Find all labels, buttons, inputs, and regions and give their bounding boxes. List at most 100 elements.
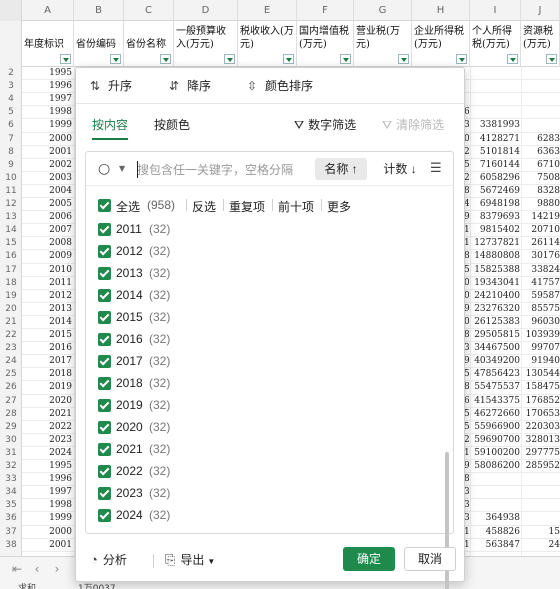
item-checkbox[interactable] xyxy=(98,443,111,456)
table-cell[interactable]: 33824 xyxy=(521,264,560,276)
table-cell[interactable]: 6283 xyxy=(521,133,560,145)
table-cell[interactable]: 26114 xyxy=(521,237,560,249)
row-number[interactable]: 15 xyxy=(0,237,22,249)
table-cell[interactable]: 2005 xyxy=(24,198,72,210)
search-icon[interactable]: ○ xyxy=(98,161,110,177)
table-cell[interactable]: 2010 xyxy=(24,264,72,276)
table-cell[interactable]: 2015 xyxy=(24,329,72,341)
table-cell[interactable]: 6363 xyxy=(521,146,560,158)
more-button[interactable]: 更多 xyxy=(327,198,351,215)
table-cell[interactable]: 29505815 xyxy=(470,329,520,341)
row-number[interactable]: 25 xyxy=(0,368,22,380)
table-cell[interactable]: 20710 xyxy=(521,224,560,236)
table-cell[interactable]: 176852 xyxy=(521,395,560,407)
table-cell[interactable]: 1997 xyxy=(24,93,72,105)
table-cell[interactable]: 1997 xyxy=(24,486,72,498)
list-item[interactable]: 2015 (32) xyxy=(86,308,436,328)
header-cell[interactable]: 省份名称 xyxy=(124,21,174,67)
table-cell[interactable]: 2001 xyxy=(24,539,72,551)
table-cell[interactable]: 4128271 xyxy=(470,133,520,145)
table-cell[interactable]: 2014 xyxy=(24,316,72,328)
table-cell[interactable]: 41543375 xyxy=(470,395,520,407)
table-cell[interactable]: 2019 xyxy=(24,381,72,393)
table-cell[interactable]: 2000 xyxy=(24,133,72,145)
sort-by-name-button[interactable]: 名称 ↑ xyxy=(315,158,367,180)
item-checkbox[interactable] xyxy=(98,355,111,368)
table-cell[interactable]: 285952 xyxy=(521,460,560,472)
item-checkbox[interactable] xyxy=(98,267,111,280)
ok-button[interactable]: 确定 xyxy=(343,547,395,571)
table-cell[interactable] xyxy=(521,80,560,92)
search-input[interactable] xyxy=(137,161,297,178)
cancel-button[interactable]: 取消 xyxy=(404,547,456,571)
first-sheet-icon[interactable]: ⇤ xyxy=(8,560,26,578)
table-cell[interactable]: 2003 xyxy=(24,172,72,184)
column-letter-g[interactable]: G xyxy=(354,0,412,21)
analyze-button[interactable]: ◔ 分析 xyxy=(90,551,127,568)
color-sort-button[interactable]: ⇳ 颜色排序 xyxy=(247,77,313,95)
table-cell[interactable]: 6058296 xyxy=(470,172,520,184)
duplicates-button[interactable]: 重复项 xyxy=(229,198,265,215)
table-cell[interactable] xyxy=(521,106,560,118)
row-number[interactable]: 20 xyxy=(0,303,22,315)
table-cell[interactable] xyxy=(470,486,520,498)
table-cell[interactable]: 19343041 xyxy=(470,277,520,289)
filter-dropdown-icon[interactable] xyxy=(340,54,351,64)
item-checkbox[interactable] xyxy=(98,289,111,302)
item-checkbox[interactable] xyxy=(98,333,111,346)
table-cell[interactable] xyxy=(470,80,520,92)
list-item[interactable]: 2018 (32) xyxy=(86,374,436,394)
table-cell[interactable]: 364938 xyxy=(470,512,520,524)
list-item[interactable]: 2020 (32) xyxy=(86,418,436,438)
item-checkbox[interactable] xyxy=(98,311,111,324)
row-number[interactable]: 31 xyxy=(0,447,22,459)
invert-selection-button[interactable]: 反选 xyxy=(192,198,216,215)
table-cell[interactable]: 30176 xyxy=(521,250,560,262)
table-cell[interactable]: 1995 xyxy=(24,460,72,472)
table-cell[interactable] xyxy=(470,67,520,79)
table-cell[interactable]: 2002 xyxy=(24,159,72,171)
item-checkbox[interactable] xyxy=(98,223,111,236)
filter-dropdown-icon[interactable] xyxy=(283,54,294,64)
table-cell[interactable] xyxy=(521,512,560,524)
column-letter-h[interactable]: H xyxy=(412,0,470,21)
table-cell[interactable]: 2006 xyxy=(24,211,72,223)
table-cell[interactable]: 46272660 xyxy=(470,408,520,420)
header-cell[interactable]: 省份编码 xyxy=(74,21,124,67)
row-number[interactable]: 11 xyxy=(0,185,22,197)
top-ten-button[interactable]: 前十项 xyxy=(278,198,314,215)
list-item[interactable]: 2013 (32) xyxy=(86,264,436,284)
column-letter-e[interactable]: E xyxy=(238,0,297,21)
table-cell[interactable] xyxy=(521,473,560,485)
item-checkbox[interactable] xyxy=(98,509,111,522)
table-cell[interactable]: 2017 xyxy=(24,355,72,367)
export-button[interactable]: ⎘ 导出 ▼ xyxy=(165,551,215,568)
table-cell[interactable]: 9815402 xyxy=(470,224,520,236)
clear-filter-button[interactable]: ⛛ 清除筛选 xyxy=(382,116,444,133)
table-cell[interactable]: 1999 xyxy=(24,512,72,524)
list-item[interactable]: 2023 (32) xyxy=(86,484,436,504)
filter-dropdown-icon[interactable] xyxy=(546,54,557,64)
column-letter-b[interactable]: B xyxy=(74,0,124,21)
column-letter-a[interactable]: A xyxy=(22,0,74,21)
item-checkbox[interactable] xyxy=(98,399,111,412)
row-number[interactable]: 29 xyxy=(0,421,22,433)
table-cell[interactable] xyxy=(521,119,560,131)
header-cell[interactable]: 个人所得税(万元) xyxy=(470,21,521,67)
table-cell[interactable]: 40349200 xyxy=(470,355,520,367)
table-cell[interactable]: 55475537 xyxy=(470,381,520,393)
table-cell[interactable]: 458826 xyxy=(470,526,520,538)
filter-dropdown-icon[interactable] xyxy=(110,54,121,64)
column-letter-i[interactable]: I xyxy=(470,0,521,21)
table-cell[interactable]: 34467500 xyxy=(470,342,520,354)
sort-by-count-button[interactable]: 计数 ↓ xyxy=(378,158,422,180)
filter-dropdown-icon[interactable] xyxy=(160,54,171,64)
number-filter-button[interactable]: ⛛ 数字筛选 xyxy=(294,116,356,133)
header-cell[interactable]: 营业税(万元) xyxy=(354,21,412,67)
select-all-label[interactable]: 全选 xyxy=(116,198,140,215)
table-cell[interactable]: 130544 xyxy=(521,368,560,380)
row-number[interactable]: 35 xyxy=(0,499,22,511)
table-cell[interactable]: 5672469 xyxy=(470,185,520,197)
table-cell[interactable]: 103939 xyxy=(521,329,560,341)
table-cell[interactable]: 6710 xyxy=(521,159,560,171)
